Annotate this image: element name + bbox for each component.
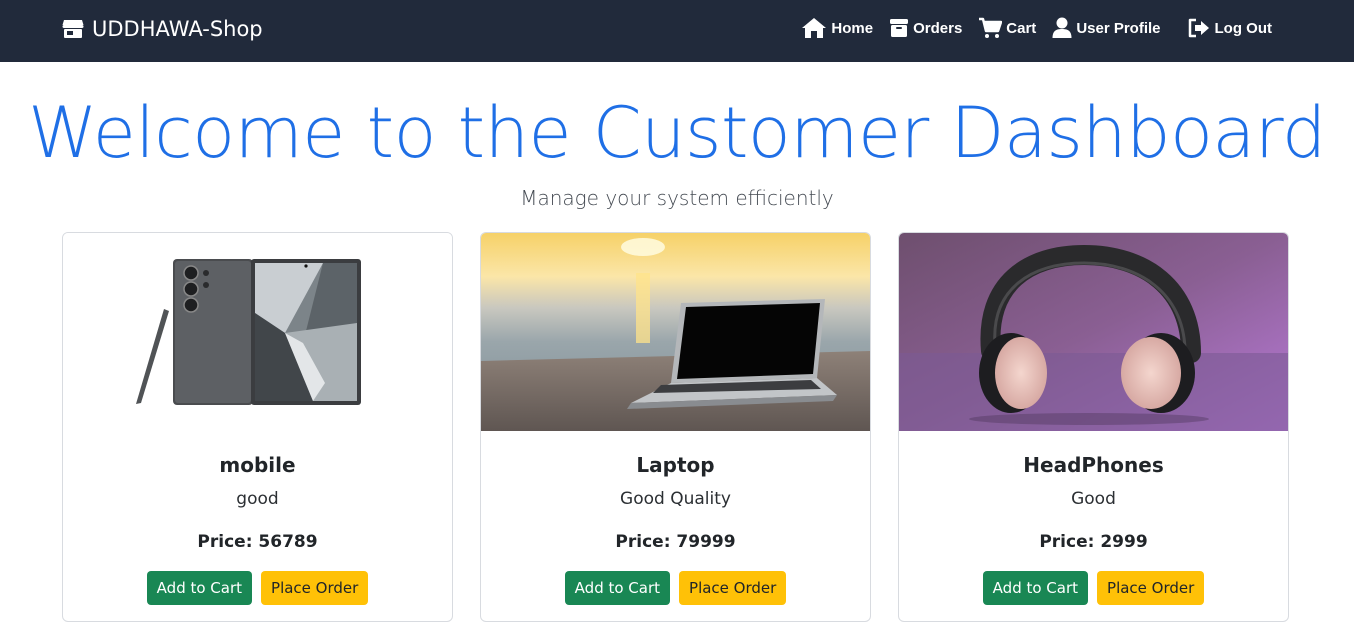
home-icon: [802, 18, 827, 38]
place-order-button[interactable]: Place Order: [261, 571, 369, 605]
product-actions: Add to Cart Place Order: [481, 571, 870, 605]
brand-name: UDDHAWA-Shop: [92, 17, 263, 41]
store-icon: [62, 20, 84, 38]
page-subtitle: Manage your system efficiently: [520, 186, 834, 210]
nav-cart[interactable]: Cart: [978, 17, 1036, 39]
product-price: Price: 2999: [1039, 532, 1148, 552]
nav-home-label: Home: [831, 19, 874, 37]
brand[interactable]: UDDHAWA-Shop: [62, 17, 263, 41]
product-price: Price: 56789: [197, 532, 318, 552]
product-name: mobile: [219, 453, 296, 477]
add-to-cart-button[interactable]: Add to Cart: [982, 571, 1089, 605]
nav-orders-label: Orders: [913, 19, 963, 37]
nav-logout-label: Log Out: [1214, 19, 1272, 37]
headphones-image: [899, 233, 1288, 431]
smartphone-image: [63, 233, 452, 431]
product-description: Good: [1071, 489, 1116, 509]
cart-icon: [979, 17, 1003, 38]
place-order-button[interactable]: Place Order: [679, 571, 787, 605]
product-actions: Add to Cart Place Order: [899, 571, 1288, 605]
place-order-button[interactable]: Place Order: [1097, 571, 1205, 605]
product-name: Laptop: [636, 453, 715, 477]
nav-profile[interactable]: User Profile: [1052, 17, 1161, 39]
product-name: HeadPhones: [1023, 453, 1164, 477]
nav-home[interactable]: Home: [801, 17, 873, 39]
product-price: Price: 79999: [615, 532, 736, 552]
product-card: HeadPhones Good Price: 2999 Add to Cart …: [898, 232, 1289, 622]
nav-profile-label: User Profile: [1076, 19, 1161, 37]
page-title: Welcome to the Customer Dashboard: [28, 92, 1326, 174]
navbar: UDDHAWA-Shop Home Orders Cart User Profi…: [0, 0, 1354, 62]
product-description: Good Quality: [620, 489, 731, 509]
product-actions: Add to Cart Place Order: [63, 571, 452, 605]
box-icon: [890, 19, 909, 37]
user-icon: [1052, 17, 1072, 38]
add-to-cart-button[interactable]: Add to Cart: [146, 571, 253, 605]
nav-orders[interactable]: Orders: [889, 18, 962, 38]
nav-cart-label: Cart: [1006, 19, 1037, 37]
logout-icon: [1188, 18, 1209, 38]
product-card: Laptop Good Quality Price: 79999 Add to …: [480, 232, 871, 622]
product-card: mobile good Price: 56789 Add to Cart Pla…: [62, 232, 453, 622]
nav-logout[interactable]: Log Out: [1187, 18, 1272, 38]
nav-menu: Home Orders Cart User Profile Log Out: [785, 17, 1272, 39]
add-to-cart-button[interactable]: Add to Cart: [564, 571, 671, 605]
laptop-image: [481, 233, 870, 431]
product-description: good: [236, 489, 279, 509]
